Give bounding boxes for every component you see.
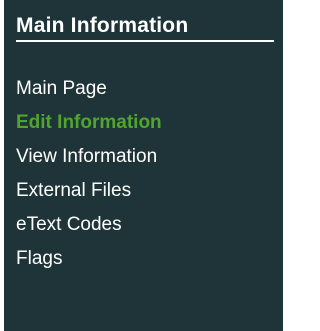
sidebar-item-view-information[interactable]: View Information	[16, 140, 162, 174]
sidebar-panel: Main Information Main Page Edit Informat…	[4, 0, 283, 331]
sidebar-item-edit-information[interactable]: Edit Information	[16, 106, 162, 140]
sidebar-item-etext-codes[interactable]: eText Codes	[16, 208, 162, 242]
section-title: Main Information	[16, 14, 189, 37]
sidebar-item-external-files[interactable]: External Files	[16, 174, 162, 208]
sidebar-nav: Main Page Edit Information View Informat…	[16, 72, 162, 276]
title-divider	[16, 40, 274, 42]
sidebar-item-main-page[interactable]: Main Page	[16, 72, 162, 106]
sidebar-item-flags[interactable]: Flags	[16, 242, 162, 276]
